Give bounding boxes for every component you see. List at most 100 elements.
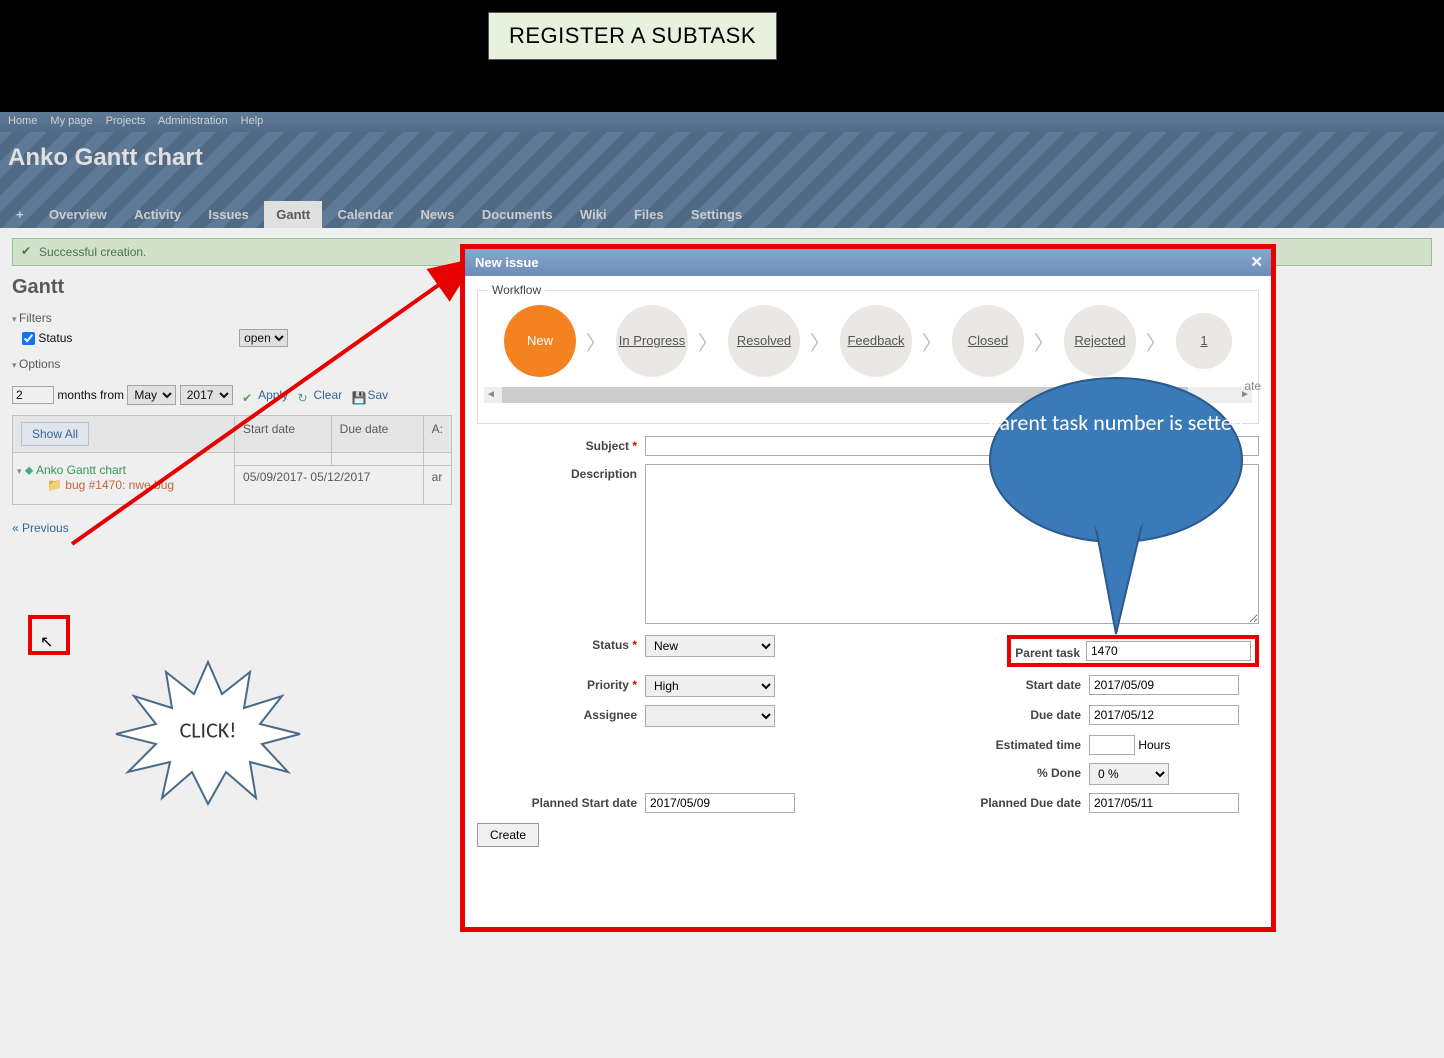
description-label: Description xyxy=(477,464,637,481)
col-start-date: Start date xyxy=(235,416,332,453)
month-select[interactable]: May xyxy=(127,385,176,405)
scroll-thumb[interactable] xyxy=(502,387,1188,403)
workflow-step-new[interactable]: New xyxy=(504,305,576,377)
assignee-label: Assignee xyxy=(477,705,637,722)
gantt-table: Show All Start date Due date A: ▾ ⬥ Anko… xyxy=(12,415,452,505)
tab-gantt[interactable]: Gantt xyxy=(264,201,322,228)
modal-title-bar: New issue ✕ xyxy=(465,249,1271,276)
duedate-label: Due date xyxy=(931,705,1081,722)
tab-activity[interactable]: Activity xyxy=(122,201,193,228)
chevron-right-icon: 〉 xyxy=(692,327,724,356)
click-label: CLICK! xyxy=(180,716,237,743)
topmenu-admin[interactable]: Administration xyxy=(158,115,228,127)
top-menu: Home My page Projects Administration Hel… xyxy=(0,112,1444,132)
status-label: Status * xyxy=(477,635,637,652)
topmenu-home[interactable]: Home xyxy=(8,115,37,127)
tab-news[interactable]: News xyxy=(409,201,467,228)
chevron-right-icon: 〉 xyxy=(804,327,836,356)
tab-overview[interactable]: Overview xyxy=(37,201,119,228)
planned-start-input[interactable] xyxy=(645,793,795,813)
startdate-label: Start date xyxy=(931,675,1081,692)
status-filter-checkbox[interactable] xyxy=(22,332,35,345)
workflow-fieldset: Workflow New 〉 In Progress 〉 Resolved 〉 … xyxy=(477,290,1259,424)
close-icon[interactable]: ✕ xyxy=(1250,253,1263,271)
workflow-step-resolved[interactable]: Resolved xyxy=(728,305,800,377)
workflow-legend: Workflow xyxy=(488,283,545,297)
estimated-time-label: Estimated time xyxy=(931,735,1081,752)
date-range-cell: 05/09/2017- 05/12/2017 xyxy=(235,466,424,505)
issue-link[interactable]: 📁 bug #1470: nwe bug xyxy=(17,478,174,492)
months-input[interactable] xyxy=(12,386,54,404)
assignee-select[interactable] xyxy=(645,705,775,727)
status-filter-select[interactable]: open xyxy=(239,329,288,347)
tab-issues[interactable]: Issues xyxy=(196,201,260,228)
topmenu-mypage[interactable]: My page xyxy=(50,115,92,127)
annotation-header: REGISTER A SUBTASK xyxy=(0,0,1444,112)
chevron-right-icon: 〉 xyxy=(580,327,612,356)
filters-legend[interactable]: Filters xyxy=(12,311,52,325)
status-filter-label: Status xyxy=(38,331,72,345)
click-burst: CLICK! xyxy=(110,656,306,806)
percent-done-label: % Done xyxy=(931,763,1081,780)
tab-settings[interactable]: Settings xyxy=(679,201,754,228)
tab-files[interactable]: Files xyxy=(622,201,676,228)
duedate-input[interactable] xyxy=(1089,705,1239,725)
create-button[interactable]: Create xyxy=(477,823,539,847)
project-link[interactable]: Anko Gantt chart xyxy=(36,463,126,477)
col-assignee: A: xyxy=(423,416,451,453)
months-label: months from xyxy=(57,388,124,402)
workflow-step-inprogress[interactable]: In Progress xyxy=(616,305,688,377)
estimated-time-input[interactable] xyxy=(1089,735,1135,755)
save-link[interactable]: 💾Sav xyxy=(351,388,388,402)
tab-wiki[interactable]: Wiki xyxy=(568,201,619,228)
cursor-icon: ↖ xyxy=(40,632,53,652)
issue-form: Subject * Description Status * New Paren… xyxy=(477,436,1259,813)
parent-task-highlight: Parent task xyxy=(1007,635,1259,667)
topmenu-help[interactable]: Help xyxy=(241,115,264,127)
planned-due-label: Planned Due date xyxy=(931,793,1081,810)
parent-task-input[interactable] xyxy=(1086,641,1251,661)
project-header: Anko Gantt chart + Overview Activity Iss… xyxy=(0,132,1444,228)
priority-select[interactable]: High xyxy=(645,675,775,697)
workflow-step-feedback[interactable]: Feedback xyxy=(840,305,912,377)
modal-title: New issue xyxy=(475,255,539,270)
tab-documents[interactable]: Documents xyxy=(470,201,565,228)
apply-link[interactable]: ✔Apply xyxy=(242,388,288,402)
show-all-button[interactable]: Show All xyxy=(21,422,89,446)
col-due-date: Due date xyxy=(331,416,423,453)
parent-task-label: Parent task xyxy=(1015,643,1086,660)
chevron-right-icon: 〉 xyxy=(1028,327,1060,356)
subject-input[interactable] xyxy=(645,436,1259,456)
chevron-right-icon: 〉 xyxy=(1140,327,1172,356)
year-select[interactable]: 2017 xyxy=(180,385,233,405)
description-textarea[interactable] xyxy=(645,464,1259,624)
planned-due-input[interactable] xyxy=(1089,793,1239,813)
status-select[interactable]: New xyxy=(645,635,775,657)
workflow-step-1[interactable]: 1 xyxy=(1176,313,1232,369)
workflow-scrollbar[interactable]: ◄ ► xyxy=(484,387,1252,403)
assignee-cell: ar xyxy=(423,466,451,505)
workflow-step-rejected[interactable]: Rejected xyxy=(1064,305,1136,377)
percent-done-select[interactable]: 0 % xyxy=(1089,763,1169,785)
options-legend[interactable]: Options xyxy=(12,357,60,371)
planned-start-label: Planned Start date xyxy=(477,793,637,810)
tab-calendar[interactable]: Calendar xyxy=(326,201,406,228)
startdate-input[interactable] xyxy=(1089,675,1239,695)
chevron-right-icon: 〉 xyxy=(916,327,948,356)
priority-label: Priority * xyxy=(477,675,637,692)
reload-icon: ↻ xyxy=(297,391,311,405)
register-subtask-banner: REGISTER A SUBTASK xyxy=(488,12,777,60)
new-issue-modal: New issue ✕ Workflow New 〉 In Progress 〉… xyxy=(460,244,1276,932)
topmenu-projects[interactable]: Projects xyxy=(106,115,146,127)
check-icon: ✔ xyxy=(242,391,256,405)
tab-new[interactable]: + xyxy=(6,201,34,228)
table-row: ▾ ⬥ Anko Gantt chart 📁 bug #1470: nwe bu… xyxy=(13,453,452,466)
save-icon: 💾 xyxy=(351,391,365,405)
project-title: Anko Gantt chart xyxy=(0,132,1444,172)
truncated-hint: ate xyxy=(1244,379,1261,393)
workflow-step-closed[interactable]: Closed xyxy=(952,305,1024,377)
scroll-left-icon[interactable]: ◄ xyxy=(484,387,498,403)
previous-link[interactable]: « Previous xyxy=(12,521,69,535)
clear-link[interactable]: ↻Clear xyxy=(297,388,342,402)
modal-body: Workflow New 〉 In Progress 〉 Resolved 〉 … xyxy=(465,276,1271,859)
